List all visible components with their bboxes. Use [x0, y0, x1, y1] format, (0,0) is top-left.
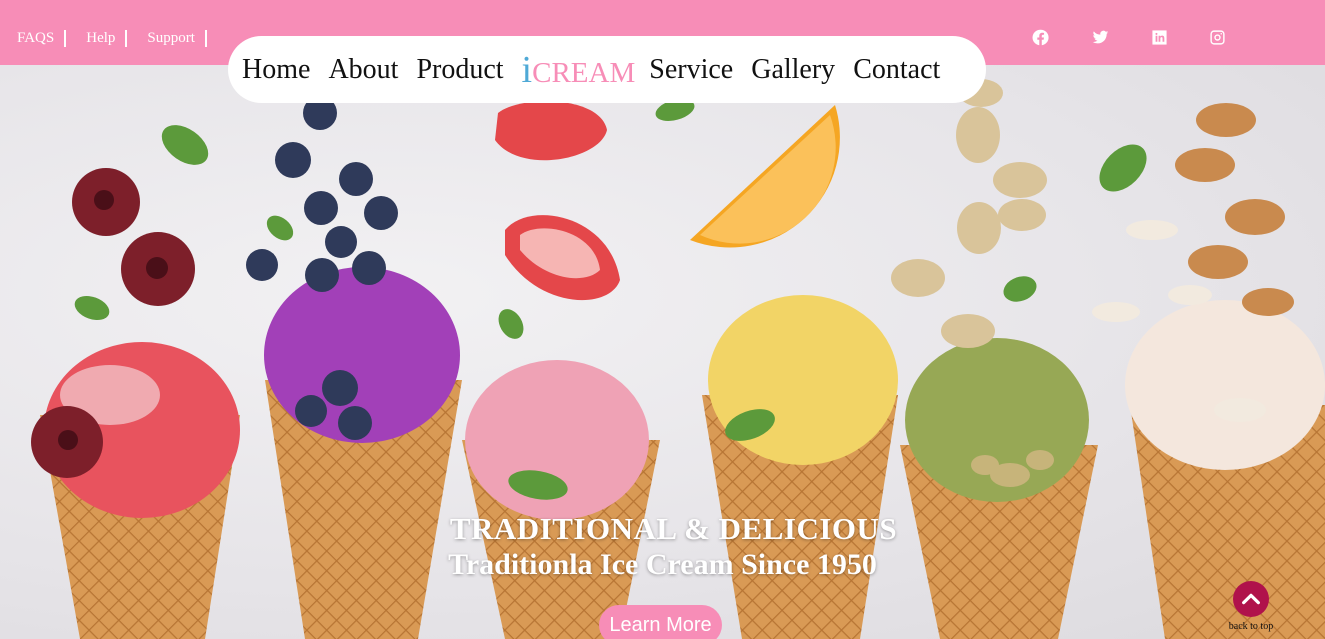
nav-gallery[interactable]: Gallery: [751, 54, 835, 86]
instagram-icon[interactable]: [1208, 28, 1226, 46]
nav-about[interactable]: About: [328, 54, 398, 86]
back-to-top-label: back to top: [1228, 621, 1274, 632]
nav-contact[interactable]: Contact: [853, 54, 940, 86]
linkedin-icon[interactable]: [1150, 28, 1168, 46]
learn-more-button[interactable]: Learn More: [599, 605, 722, 639]
nav-product[interactable]: Product: [416, 54, 503, 86]
facebook-icon[interactable]: [1031, 28, 1049, 46]
help-link[interactable]: Help: [66, 29, 128, 47]
faqs-link[interactable]: FAQS: [0, 29, 67, 47]
brand-logo-i: i: [521, 48, 533, 91]
chevron-up-icon: [1233, 581, 1269, 617]
twitter-icon[interactable]: [1091, 28, 1109, 46]
top-links: FAQS Help Support: [0, 28, 207, 48]
brand-logo[interactable]: iCREAM: [522, 48, 636, 92]
hero-title: TRADITIONAL & DELICIOUS: [449, 511, 898, 546]
nav-home[interactable]: Home: [242, 54, 310, 86]
nav-service[interactable]: Service: [649, 54, 733, 86]
back-to-top-button[interactable]: back to top: [1222, 581, 1280, 637]
hero-subtitle: Traditionla Ice Cream Since 1950: [448, 548, 877, 581]
main-nav: Home About Product iCREAM Service Galler…: [228, 36, 986, 103]
support-link[interactable]: Support: [127, 29, 207, 47]
brand-logo-text: CREAM: [532, 56, 636, 89]
hero-banner: TRADITIONAL & DELICIOUS Traditionla Ice …: [0, 65, 1325, 639]
